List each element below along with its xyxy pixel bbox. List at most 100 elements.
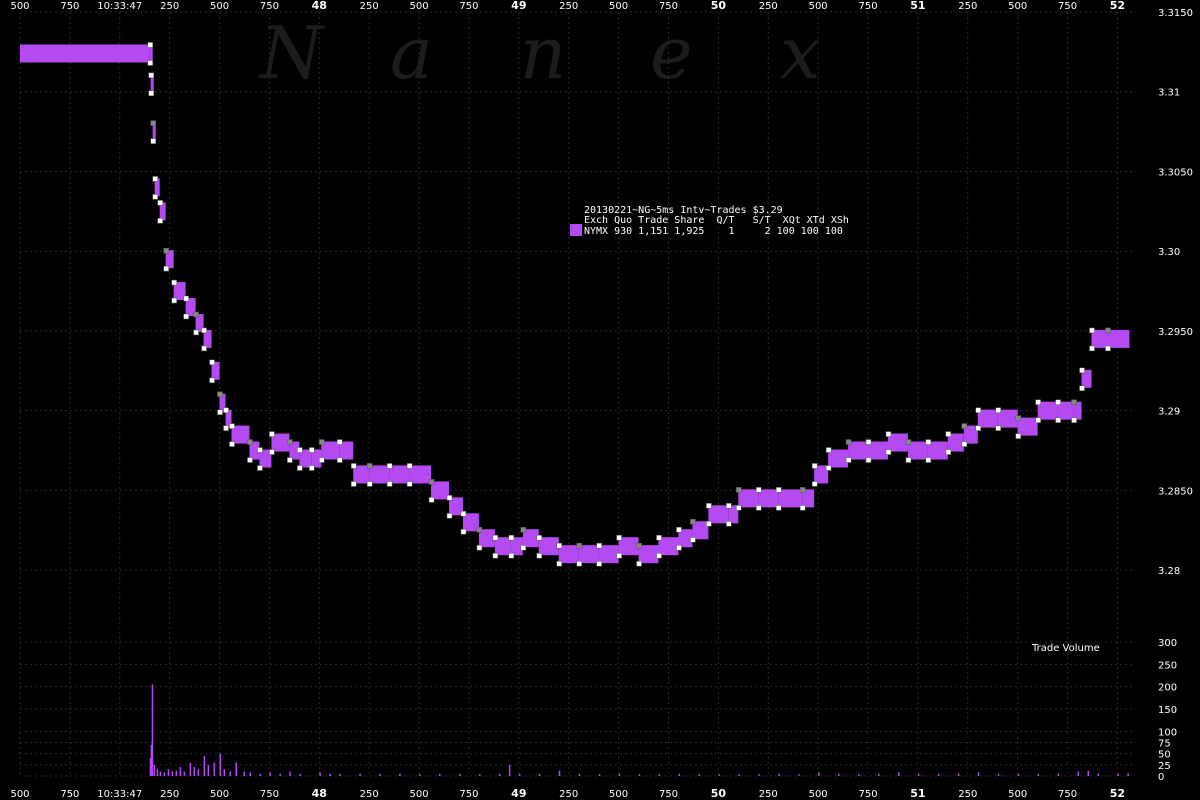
watermark-letter-1: a	[390, 11, 433, 95]
volume-bar	[319, 772, 321, 776]
y-tick-label: 3.3050	[1158, 167, 1193, 178]
x-tick-label-top: 500	[10, 1, 29, 12]
x-tick-label-top: 250	[759, 1, 778, 12]
volume-bar	[718, 774, 720, 776]
trade-marker	[536, 534, 543, 541]
trade-marker	[247, 439, 253, 445]
trade-marker	[287, 439, 293, 445]
trade-marker	[925, 457, 932, 463]
volume-bar	[658, 774, 661, 776]
x-tick-label-top: 50	[711, 0, 727, 12]
trade-marker	[406, 463, 413, 469]
trade-marker	[1055, 399, 1061, 405]
trade-marker	[366, 481, 373, 487]
trade-marker	[428, 497, 435, 503]
trade-marker	[945, 431, 952, 437]
trade-marker	[1079, 385, 1085, 392]
trade-marker	[460, 511, 467, 517]
x-tick-label-top: 250	[958, 1, 977, 12]
trade-marker	[945, 449, 952, 455]
trade-marker	[1015, 433, 1021, 439]
price-block	[20, 44, 150, 63]
trade-marker	[287, 457, 293, 463]
trade-marker	[428, 479, 435, 485]
legend-header: Exch Quo Trade Share Q/T S/T XQt XTd XSh	[584, 215, 849, 226]
volume-bar	[698, 774, 700, 776]
trade-marker	[676, 526, 682, 533]
volume-bar	[269, 772, 271, 776]
trade-marker	[492, 552, 499, 559]
trade-marker	[297, 465, 303, 471]
trade-marker	[905, 439, 912, 445]
trade-marker	[319, 439, 325, 445]
trade-marker	[366, 463, 373, 469]
x-tick-label-top: 48	[312, 0, 327, 12]
trade-marker	[406, 481, 413, 487]
trade-marker	[811, 481, 818, 487]
x-tick-label-top: 250	[559, 1, 578, 12]
trade-marker	[476, 544, 483, 551]
trade-marker	[350, 463, 357, 469]
volume-bar	[193, 767, 196, 776]
trade-marker	[1089, 327, 1095, 334]
volume-bar	[957, 773, 960, 776]
y-tick-label: 3.28	[1158, 566, 1180, 577]
trade-marker	[446, 513, 453, 519]
y-tick-label: 3.31	[1158, 88, 1180, 99]
x-tick-label-bottom: 49	[511, 787, 526, 800]
volume-bar	[678, 773, 680, 776]
trade-marker	[183, 313, 189, 320]
trade-marker	[152, 176, 158, 182]
trade-marker	[1105, 345, 1111, 352]
trade-marker	[799, 505, 806, 511]
trade-marker	[636, 560, 642, 567]
trade-marker	[309, 447, 315, 453]
trade-marker	[193, 311, 199, 318]
trade-marker	[319, 457, 325, 463]
x-tick-label-bottom: 500	[609, 789, 628, 800]
x-tick-label-top: 500	[210, 1, 229, 12]
volume-bar	[818, 772, 820, 776]
trade-marker	[183, 295, 189, 302]
volume-bar	[419, 774, 421, 776]
trade-marker	[148, 90, 154, 97]
trade-marker	[247, 457, 253, 463]
trade-marker	[163, 265, 169, 272]
trade-marker	[905, 457, 912, 463]
x-tick-label-top: 750	[1058, 1, 1077, 12]
x-tick-label-top: 750	[858, 1, 877, 12]
volume-bar	[838, 773, 840, 776]
x-tick-label-bottom: 500	[210, 789, 229, 800]
legend: 20130221~NG~5ms Intv~Trades $3.29 Exch Q…	[570, 205, 849, 237]
trade-marker	[1079, 367, 1085, 374]
volume-tick-label: 100	[1158, 727, 1177, 738]
trade-marker	[148, 72, 154, 79]
x-tick-label-bottom: 750	[260, 789, 279, 800]
trade-marker	[157, 200, 163, 206]
trade-marker	[536, 552, 543, 559]
x-tick-label-bottom: 500	[10, 789, 29, 800]
trade-marker	[147, 42, 153, 48]
volume-bar	[289, 771, 291, 776]
volume-bar	[578, 773, 581, 776]
trade-marker	[616, 534, 622, 541]
volume-bar	[1127, 773, 1129, 776]
x-tick-label-top: 250	[160, 1, 179, 12]
volume-bar	[249, 772, 251, 776]
volume-bars	[149, 684, 1129, 776]
trade-marker	[217, 391, 223, 397]
volume-bar	[897, 772, 900, 776]
trade-marker	[223, 425, 229, 431]
volume-bar	[197, 769, 200, 776]
volume-tick-label: 300	[1158, 638, 1177, 649]
volume-bar	[159, 771, 162, 776]
trade-marker	[386, 463, 393, 469]
trade-marker	[520, 544, 527, 551]
x-tick-label-top: 250	[360, 1, 379, 12]
trade-marker	[756, 487, 762, 493]
trade-marker	[201, 327, 207, 334]
trade-marker	[257, 465, 263, 471]
volume-bar	[598, 774, 601, 776]
trades-chart: N a n e x 50050075075010:33:4710:33:4725…	[10, 0, 1193, 800]
trade-marker	[811, 463, 818, 469]
